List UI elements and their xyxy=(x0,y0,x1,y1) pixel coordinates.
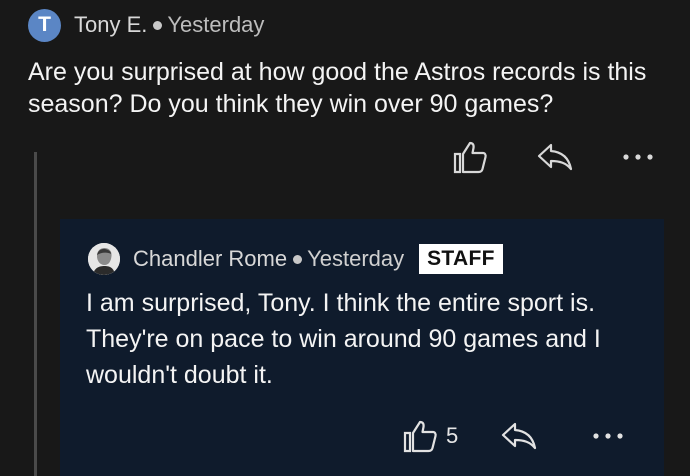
like-button[interactable] xyxy=(452,140,488,174)
thumbs-up-icon xyxy=(403,420,437,453)
staff-reply: Chandler Rome Yesterday STAFF I am surpr… xyxy=(60,219,664,476)
reply-arrow-icon xyxy=(537,143,573,171)
reply-text: I am surprised, Tony. I think the entire… xyxy=(86,289,601,389)
staff-badge: STAFF xyxy=(419,244,503,274)
reply-header: Chandler Rome Yesterday STAFF xyxy=(88,241,503,277)
separator-dot xyxy=(153,20,163,30)
like-button[interactable]: 5 xyxy=(402,419,458,453)
comment-thread: T Tony E. Yesterday Are you surprised at… xyxy=(0,0,690,476)
comment-timestamp: Yesterday xyxy=(167,12,265,37)
reply-arrow-icon xyxy=(502,422,537,450)
author-name[interactable]: Tony E. xyxy=(74,12,147,38)
separator-dot xyxy=(293,254,303,264)
comment-header: T Tony E. Yesterday xyxy=(28,8,264,42)
author-photo-icon xyxy=(88,243,120,275)
reply-button[interactable] xyxy=(500,421,538,451)
comment-actions xyxy=(452,140,654,174)
reply-actions: 5 xyxy=(402,419,624,453)
reply-timestamp: Yesterday xyxy=(307,246,405,271)
more-button[interactable] xyxy=(592,431,624,441)
avatar[interactable] xyxy=(88,243,120,275)
more-dots-icon xyxy=(593,433,623,439)
more-button[interactable] xyxy=(622,152,654,162)
comment-text: Are you surprised at how good the Astros… xyxy=(28,58,647,118)
avatar[interactable]: T xyxy=(28,8,61,42)
thumbs-up-icon xyxy=(453,141,487,174)
thread-line xyxy=(34,152,37,476)
author-name[interactable]: Chandler Rome xyxy=(133,246,287,272)
more-dots-icon xyxy=(623,154,653,160)
reply-button[interactable] xyxy=(536,142,574,172)
like-count: 5 xyxy=(446,423,459,448)
